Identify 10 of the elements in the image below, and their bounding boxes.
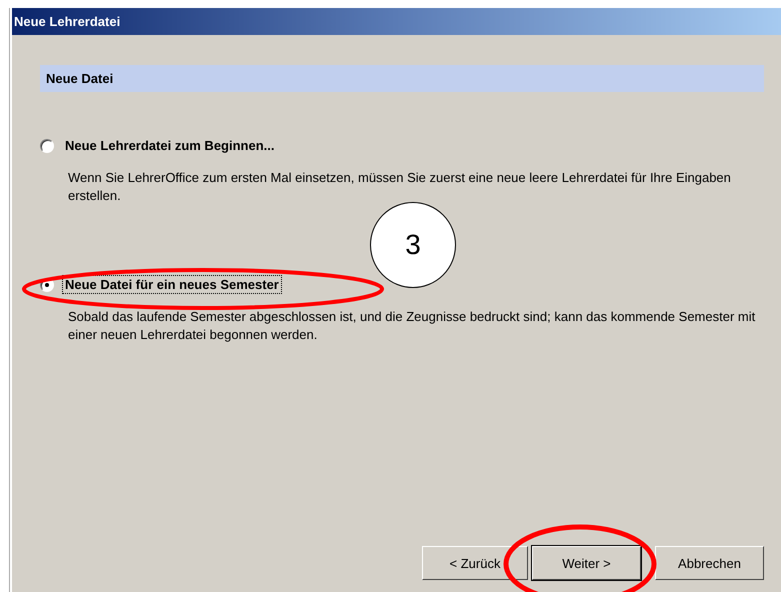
option-label[interactable]: Neue Lehrerdatei zum Beginnen... <box>62 136 278 155</box>
dialog-button[interactable]: Abbrechen <box>655 546 764 580</box>
dialog-button[interactable]: < Zurück <box>422 546 528 580</box>
section-header: Neue Datei <box>40 65 764 92</box>
window-title: Neue Lehrerdatei <box>12 8 781 35</box>
dialog-button[interactable]: Weiter > <box>532 546 641 580</box>
radio-button[interactable] <box>40 138 54 152</box>
option-description: Wenn Sie LehrerOffice zum ersten Mal einsetzen, müssen Sie zuerst eine neue leere Lehrerdatei für Ihre Eingaben erstellen. <box>68 169 732 205</box>
option-description: Sobald das laufende Semester abgeschlossen ist, und die Zeugnisse bedruckt sind; kann das kommende Semester mit einer neuen Lehrerdatei begonnen werden. <box>68 308 756 344</box>
option-label[interactable]: Neue Datei für ein neues Semester <box>62 275 282 294</box>
